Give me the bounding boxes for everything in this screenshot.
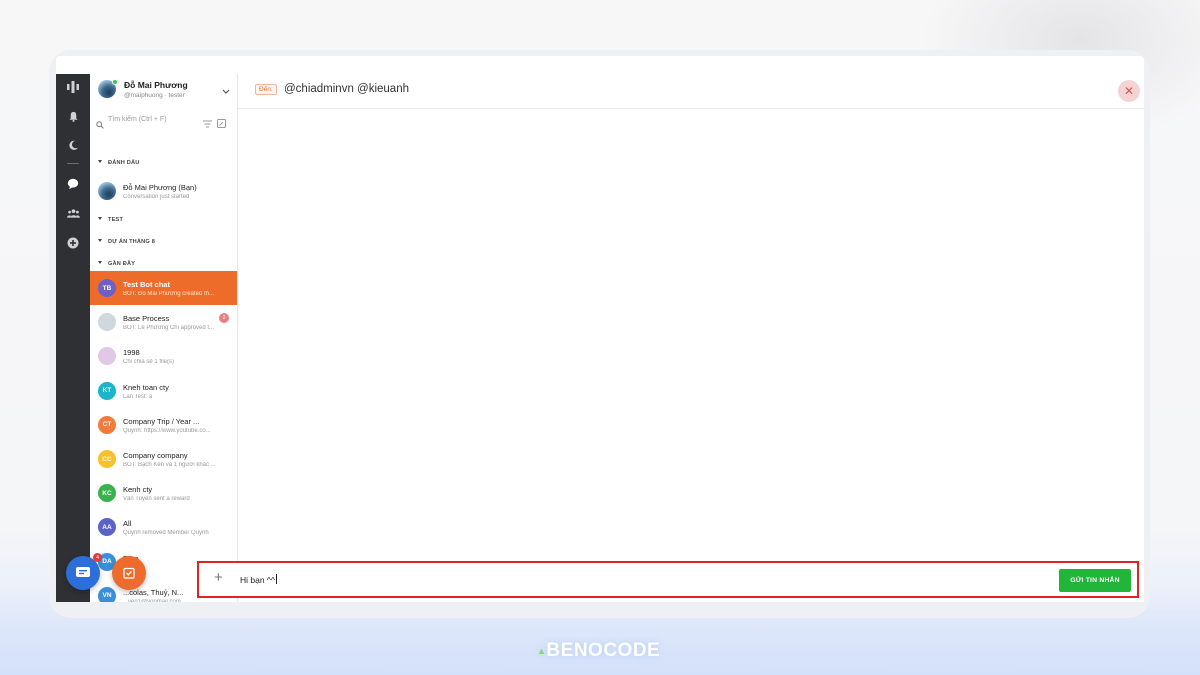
section-marked[interactable]: ĐÁNH DẤU xyxy=(98,160,139,166)
conversation-item[interactable]: KC Kenh cty Vân Tuyền sent a reward xyxy=(90,476,237,510)
conversation-item[interactable]: CT Company Trip / Year ... Quỳnh: https://… xyxy=(90,408,237,442)
avatar: AA xyxy=(98,518,116,537)
conversation-preview: Quỳnh: https://www.youtube.co... xyxy=(123,427,211,434)
conversation-item[interactable]: TB Test Bot chat BOT: Đỗ Mai Phương create… xyxy=(90,271,237,305)
avatar: KT xyxy=(98,381,116,400)
search-icon xyxy=(96,116,104,134)
conversation-title: Đỗ Mai Phương (Bạn) xyxy=(123,183,197,192)
message-input[interactable]: Hi bạn ^^ xyxy=(240,574,277,585)
conversation-preview: Vân Tuyền sent a reward xyxy=(123,496,190,503)
message-composer: + Hi bạn ^^ GỬI TIN NHẮN xyxy=(197,561,1139,598)
brand-logo: ▲BENOCODE xyxy=(537,640,661,661)
conversation-preview: Lan Test: a xyxy=(123,393,153,400)
avatar: TB xyxy=(98,279,116,297)
avatar: CC xyxy=(98,450,116,468)
conversation-item[interactable]: KT Kneh toan cty Lan Test: a xyxy=(90,374,237,408)
conversation-preview: BOT: Đỗ Mai Phương created th... xyxy=(123,291,214,297)
conversation-item[interactable]: 1998 Chi chia sẻ 1 file(s) xyxy=(90,339,237,373)
conversation-title: Kenh cty xyxy=(123,485,153,495)
conversation-preview: Conversation just started xyxy=(123,194,190,200)
search-box[interactable]: Tìm kiếm (Ctrl + F) xyxy=(96,114,232,129)
add-circle-icon[interactable] xyxy=(56,232,90,254)
conversation-preview: Chi chia sẻ 1 file(s) xyxy=(123,359,175,366)
conversation-title: Company company xyxy=(123,451,188,460)
attach-plus-icon[interactable]: + xyxy=(214,569,223,586)
search-input[interactable]: Tìm kiếm (Ctrl + F) xyxy=(108,116,167,123)
recipient-bar: Đến: @chiadminvn @kieuanh ✕ xyxy=(238,74,1144,109)
conversation-title: 1998 xyxy=(123,348,140,358)
conversation-preview: BOT: Lê Phương Chi approved t... xyxy=(123,325,214,332)
chevron-down-icon[interactable] xyxy=(222,82,230,100)
send-message-button[interactable]: GỬI TIN NHẮN xyxy=(1059,569,1131,592)
avatar: KC xyxy=(98,484,116,503)
chat-fab-badge: 4 xyxy=(93,553,102,562)
profile-handle: @maiphuong · tester xyxy=(124,92,185,99)
conversation-preview: ...yen1@yopmail.com xyxy=(123,598,181,602)
to-label: Đến: xyxy=(255,84,277,95)
marked-conversation[interactable]: Đỗ Mai Phương (Bạn) Conversation just st… xyxy=(90,174,237,208)
profile-header[interactable]: Đỗ Mai Phương @maiphuong · tester xyxy=(98,78,230,104)
avatar: VN xyxy=(98,586,116,602)
compose-panel: Đến: @chiadminvn @kieuanh ✕ xyxy=(238,74,1144,602)
conversation-item[interactable]: CC Company company BOT: Bạch Kến và 1 ngườ… xyxy=(90,442,237,476)
bell-icon[interactable] xyxy=(56,105,90,127)
avatar: CT xyxy=(98,415,116,434)
team-icon[interactable] xyxy=(56,202,90,224)
avatar xyxy=(98,347,116,366)
tasks-fab-button[interactable] xyxy=(112,556,146,590)
conversation-title: Base Process xyxy=(123,314,170,324)
avatar xyxy=(98,182,116,200)
section-test[interactable]: TEST xyxy=(98,217,123,223)
close-icon: ✕ xyxy=(1123,84,1135,98)
section-recent[interactable]: GẦN ĐÂY xyxy=(98,261,135,267)
avatar xyxy=(98,313,116,332)
conversation-preview: BOT: Bạch Kến và 1 người khác ... xyxy=(123,462,216,468)
online-status-icon xyxy=(112,79,118,85)
conversation-title: Test Bot chat xyxy=(123,280,170,289)
conversation-preview: Quỳnh removed Member Quỳnh xyxy=(123,530,209,537)
conversation-item[interactable]: AA All Quỳnh removed Member Quỳnh xyxy=(90,510,237,544)
conversation-title: Kneh toan cty xyxy=(123,382,169,392)
conversation-title: All xyxy=(123,519,132,529)
conversation-item[interactable]: Base Process BOT: Lê Phương Chi approved … xyxy=(90,305,237,339)
recipient-input[interactable]: @chiadminvn @kieuanh xyxy=(284,83,409,95)
conversation-title: Company Trip / Year ... xyxy=(123,416,200,426)
logo-icon[interactable] xyxy=(56,76,90,98)
nav-rail xyxy=(56,74,90,602)
close-button[interactable]: ✕ xyxy=(1118,80,1140,102)
new-message-icon[interactable] xyxy=(217,115,226,133)
section-project[interactable]: DỰ ÁN THÁNG 8 xyxy=(98,239,155,245)
chat-icon[interactable] xyxy=(56,173,90,195)
filter-icon[interactable] xyxy=(203,115,212,133)
moon-icon[interactable] xyxy=(56,134,90,156)
app-window: Đỗ Mai Phương @maiphuong · tester Tìm ki… xyxy=(56,56,1144,602)
conversation-sidebar: Đỗ Mai Phương @maiphuong · tester Tìm ki… xyxy=(66,74,238,602)
profile-name: Đỗ Mai Phương xyxy=(124,80,188,90)
